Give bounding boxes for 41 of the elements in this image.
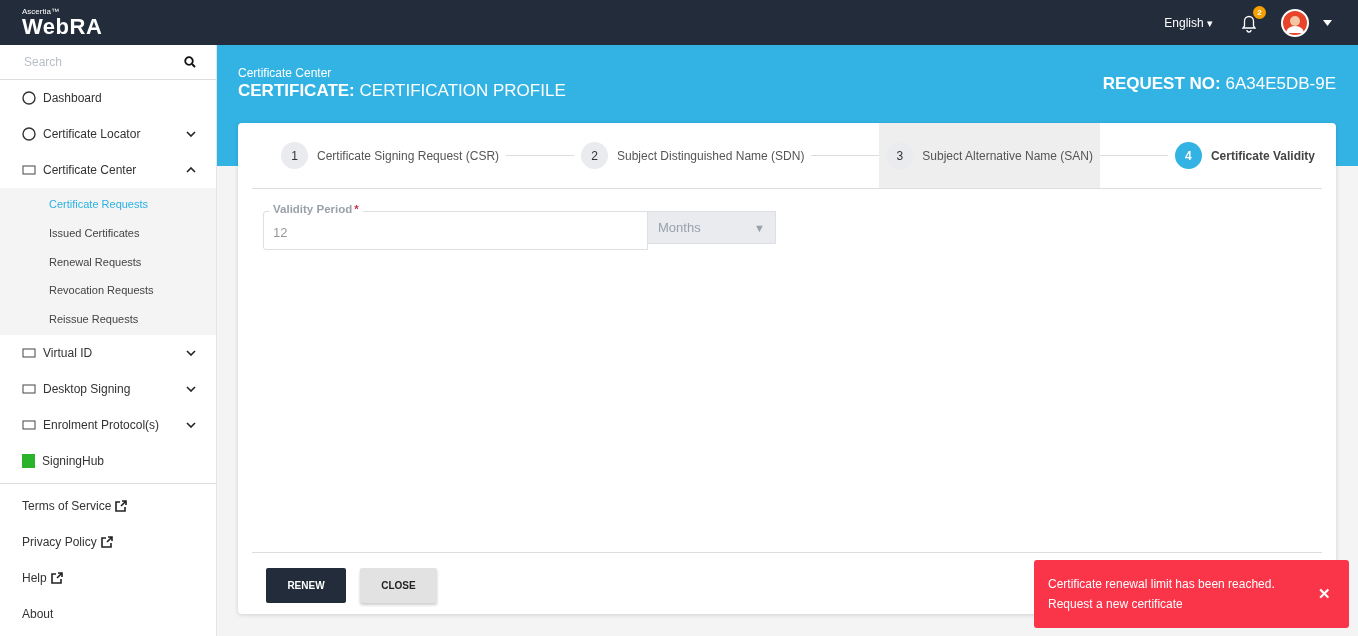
wizard-step[interactable]: 3 Subject Alternative Name (SAN) xyxy=(879,123,1101,188)
avatar-icon[interactable] xyxy=(1281,8,1309,37)
nav-icon xyxy=(22,418,36,433)
nav-item[interactable]: SigningHub xyxy=(0,443,216,480)
brand-tagline: Ascertia™ xyxy=(22,7,60,16)
language-dropdown[interactable]: English ▾ xyxy=(1158,14,1219,31)
caret-icon[interactable] xyxy=(1323,19,1332,26)
chevron-icon[interactable] xyxy=(186,386,196,393)
chevron-icon[interactable] xyxy=(186,131,196,137)
nav-item[interactable]: Certificate Locator xyxy=(0,116,216,152)
toast-message: Certificate renewal limit has been reached. Request a new certificate xyxy=(1048,576,1276,613)
close-button[interactable]: CLOSE xyxy=(360,568,437,603)
submenu-item[interactable]: Reissue Requests xyxy=(0,304,216,334)
nav-icon xyxy=(22,382,36,397)
submenu-item[interactable]: Revocation Requests xyxy=(0,276,216,305)
nav-icon xyxy=(22,346,36,361)
nav-item[interactable]: Virtual ID xyxy=(0,335,216,372)
chevron-icon[interactable] xyxy=(186,422,196,429)
close-button[interactable]: ✕ xyxy=(1312,584,1337,604)
chevron-icon[interactable] xyxy=(186,167,196,173)
search-icon[interactable] xyxy=(184,56,196,68)
request-number: REQUEST NO: 6A34E5DB-9E xyxy=(1102,74,1336,94)
footer-link[interactable]: Privacy Policy xyxy=(0,524,216,560)
nav-item[interactable]: Enrolment Protocol(s) xyxy=(0,407,216,444)
notification-badge: 2 xyxy=(1253,5,1266,19)
submenu-item[interactable]: Renewal Requests xyxy=(0,247,216,277)
breadcrumb: Certificate Center xyxy=(238,66,333,80)
nav-icon xyxy=(22,91,36,105)
page-title: CERTIFICATE: CERTIFICATION PROFILE xyxy=(238,81,566,101)
nav-item[interactable]: Dashboard xyxy=(0,80,216,116)
renew-button[interactable]: RENEW xyxy=(266,568,346,603)
footer-link[interactable]: Help xyxy=(0,560,216,596)
footer-link[interactable]: About xyxy=(0,596,216,632)
nav-icon xyxy=(22,127,36,141)
chevron-icon[interactable] xyxy=(186,350,196,357)
nav-item[interactable]: Certificate Center xyxy=(0,152,216,188)
footer-link[interactable]: Terms of Service xyxy=(0,488,216,524)
nav-icon xyxy=(22,163,36,177)
brand-logo: WebRA xyxy=(22,15,103,38)
submenu-item[interactable]: Issued Certificates xyxy=(0,218,216,248)
nav-item[interactable]: Desktop Signing xyxy=(0,371,216,408)
